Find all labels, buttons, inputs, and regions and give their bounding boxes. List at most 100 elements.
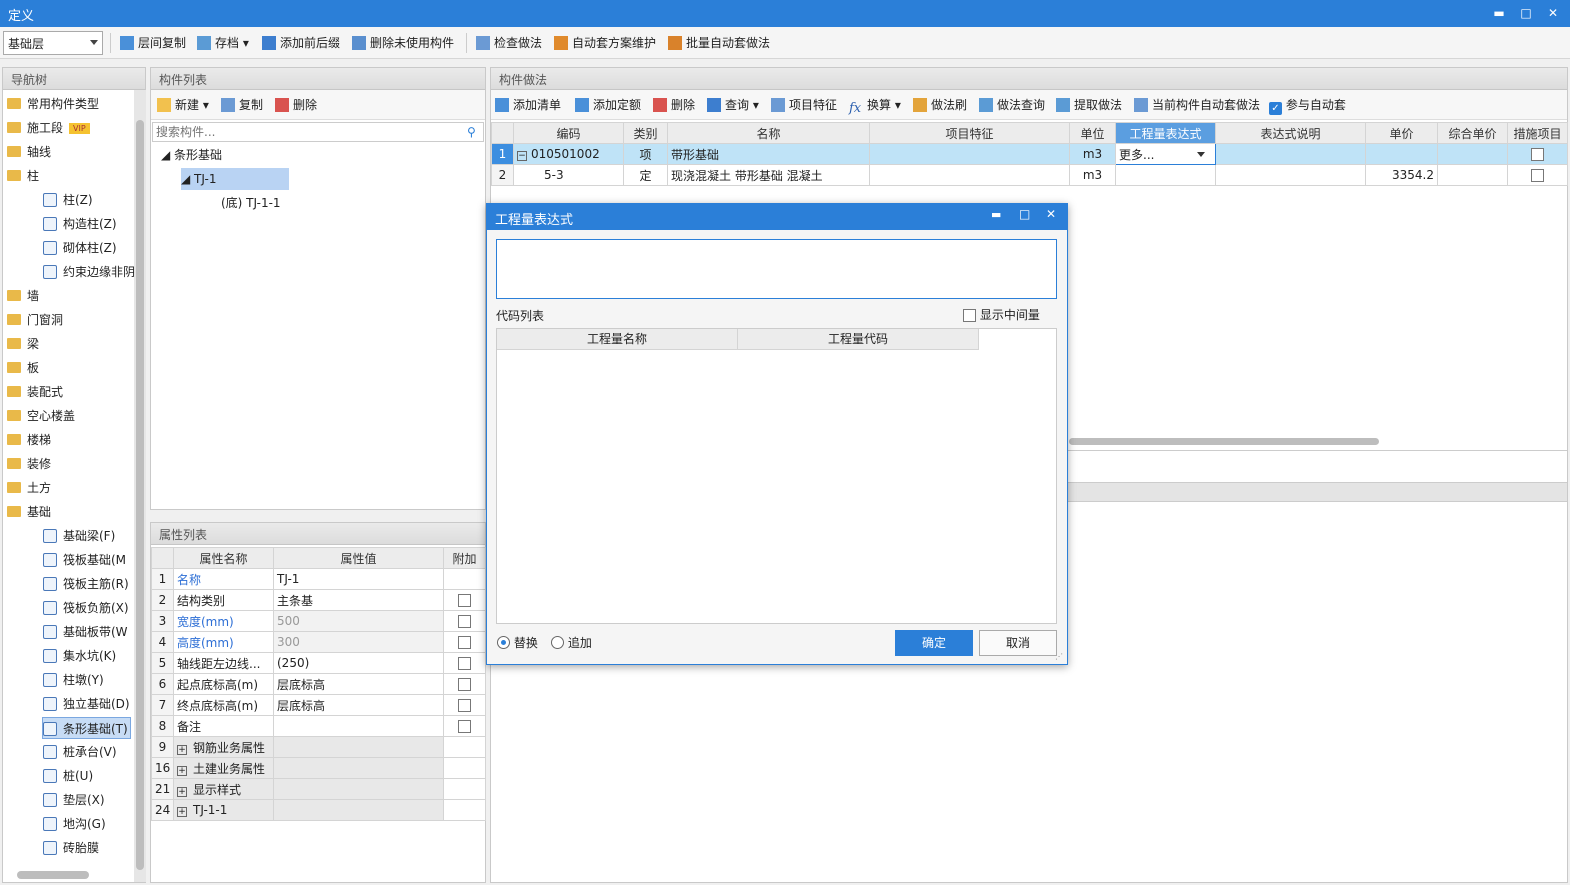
add-list-button[interactable]: 添加清单 (495, 93, 561, 117)
nav-item[interactable]: 桩(U) (43, 765, 93, 787)
new-button[interactable]: 新建 ▾ (157, 93, 209, 117)
check-method-button[interactable]: 检查做法 (476, 31, 542, 55)
nav-scrollbar[interactable] (134, 90, 146, 882)
chevron-down-icon[interactable] (1197, 152, 1205, 157)
property-row[interactable]: 7 终点底标高(m) 层底标高 (151, 694, 486, 716)
method-brush-button[interactable]: 做法刷 (913, 93, 967, 117)
nav-item[interactable]: 砌体柱(Z) (43, 237, 117, 259)
add-quota-button[interactable]: 添加定额 (575, 93, 641, 117)
property-value[interactable] (273, 778, 444, 800)
minimize-button[interactable]: ▬ (1488, 3, 1510, 23)
nav-item[interactable]: 装修 (7, 453, 51, 475)
property-row[interactable]: 2 结构类别 主条基 (151, 589, 486, 611)
method-row-feature[interactable] (869, 164, 1070, 186)
search-icon[interactable]: ⚲ (467, 125, 476, 139)
delete-unused-button[interactable]: 删除未使用构件 (352, 31, 454, 55)
property-value[interactable]: TJ-1 (273, 568, 444, 590)
expand-icon[interactable]: + (177, 786, 187, 797)
method-row-expr[interactable] (1115, 164, 1216, 186)
nav-scrollbar-thumb[interactable] (136, 120, 144, 870)
extra-checkbox[interactable] (458, 657, 471, 670)
property-value[interactable]: 层底标高 (273, 673, 444, 695)
property-value[interactable]: 层底标高 (273, 694, 444, 716)
close-button[interactable]: ✕ (1542, 3, 1564, 23)
property-row[interactable]: 5 轴线距左边线... (250) (151, 652, 486, 674)
nav-item[interactable]: 桩承台(V) (43, 741, 117, 763)
method-row-feature[interactable] (869, 143, 1070, 165)
dialog-close-button[interactable]: ✕ (1046, 207, 1056, 221)
nav-item[interactable]: 柱(Z) (43, 189, 93, 211)
nav-item[interactable]: 条形基础(T) (42, 717, 131, 739)
nav-item[interactable]: 土方 (7, 477, 51, 499)
method-row-expr[interactable]: 更多... (1115, 143, 1216, 165)
cancel-button[interactable]: 取消 (979, 630, 1057, 656)
delete-button[interactable]: 删除 (275, 93, 317, 117)
replace-radio[interactable]: 替换 (497, 634, 538, 651)
method-row-measure[interactable] (1507, 143, 1568, 165)
measure-checkbox[interactable] (1531, 169, 1544, 182)
method-row-measure[interactable] (1507, 164, 1568, 186)
property-row[interactable]: 8 备注 (151, 715, 486, 737)
method-row-code[interactable]: 5-3 (513, 164, 624, 186)
property-row[interactable]: 1 名称 TJ-1 (151, 568, 486, 590)
extra-checkbox[interactable] (458, 636, 471, 649)
collapse-icon[interactable]: − (517, 151, 527, 161)
batch-auto-button[interactable]: 批量自动套做法 (668, 31, 770, 55)
copy-button[interactable]: 复制 (221, 93, 263, 117)
method-row[interactable]: 1 −010501002 项 带形基础 m3 更多... (491, 143, 1568, 165)
nav-item[interactable]: 筏板基础(M (43, 549, 126, 571)
current-auto-button[interactable]: 当前构件自动套做法 (1134, 93, 1260, 117)
nav-item[interactable]: 装配式 (7, 381, 63, 403)
participate-auto-checkbox[interactable]: ✓ 参与自动套 (1269, 93, 1346, 117)
floor-select[interactable]: 基础层 (3, 31, 103, 55)
nav-item[interactable]: 墙 (7, 285, 39, 307)
property-value[interactable] (273, 799, 444, 821)
tree-node-tj1[interactable]: ◢ TJ-1 (181, 168, 289, 190)
nav-item[interactable]: 地沟(G) (43, 813, 106, 835)
extra-checkbox[interactable] (458, 678, 471, 691)
expand-icon[interactable]: + (177, 807, 187, 817)
nav-item[interactable]: 基础梁(F) (43, 525, 115, 547)
maximize-button[interactable]: □ (1515, 3, 1537, 23)
add-prefix-button[interactable]: 添加前后缀 (262, 31, 340, 55)
floor-copy-button[interactable]: 层间复制 (120, 31, 186, 55)
nav-item[interactable]: 垫层(X) (43, 789, 105, 811)
auto-scheme-button[interactable]: 自动套方案维护 (554, 31, 656, 55)
method-row-name[interactable]: 带形基础 (667, 143, 870, 165)
item-feature-button[interactable]: 项目特征 (771, 93, 837, 117)
extra-checkbox[interactable] (458, 720, 471, 733)
method-row-desc[interactable] (1215, 164, 1366, 186)
nav-item[interactable]: 砖胎膜 (43, 837, 99, 859)
method-row-name[interactable]: 现浇混凝土 带形基础 混凝土 (667, 164, 870, 186)
property-row[interactable]: 24 + TJ-1-1 (151, 799, 486, 821)
tree-node-tj1-1[interactable]: (底) TJ-1-1 (221, 192, 281, 214)
extract-method-button[interactable]: 提取做法 (1056, 93, 1122, 117)
nav-item[interactable]: 门窗洞 (7, 309, 63, 331)
nav-item[interactable]: 基础板带(W (43, 621, 128, 643)
method-row-code[interactable]: −010501002 (513, 143, 624, 165)
nav-item[interactable]: 基础 (7, 501, 51, 523)
method-delete-button[interactable]: 删除 (653, 93, 695, 117)
show-mid-checkbox[interactable]: 显示中间量 (963, 306, 1040, 323)
property-row[interactable]: 6 起点底标高(m) 层底标高 (151, 673, 486, 695)
property-value[interactable]: 500 (273, 610, 444, 632)
nav-item[interactable]: 空心楼盖 (7, 405, 75, 427)
nav-hscrollbar-thumb[interactable] (17, 871, 89, 879)
extra-checkbox[interactable] (458, 699, 471, 712)
nav-item[interactable]: 构造柱(Z) (43, 213, 117, 235)
nav-item[interactable]: 筏板负筋(X) (43, 597, 129, 619)
nav-item[interactable]: 板 (7, 357, 39, 379)
nav-item[interactable]: 独立基础(D) (43, 693, 130, 715)
measure-checkbox[interactable] (1531, 148, 1544, 161)
expand-icon[interactable]: + (177, 765, 187, 776)
property-value[interactable] (273, 715, 444, 737)
property-value[interactable] (273, 757, 444, 779)
component-search-input[interactable] (152, 122, 484, 142)
nav-item[interactable]: 楼梯 (7, 429, 51, 451)
archive-button[interactable]: 存档 ▾ (197, 31, 249, 55)
tree-node-strip-foundation[interactable]: ◢ 条形基础 (161, 144, 222, 166)
nav-item[interactable]: 约束边缘非阴 (43, 261, 135, 283)
property-value[interactable] (273, 736, 444, 758)
method-query-button[interactable]: 做法查询 (979, 93, 1045, 117)
nav-item[interactable]: 常用构件类型 (7, 93, 99, 115)
